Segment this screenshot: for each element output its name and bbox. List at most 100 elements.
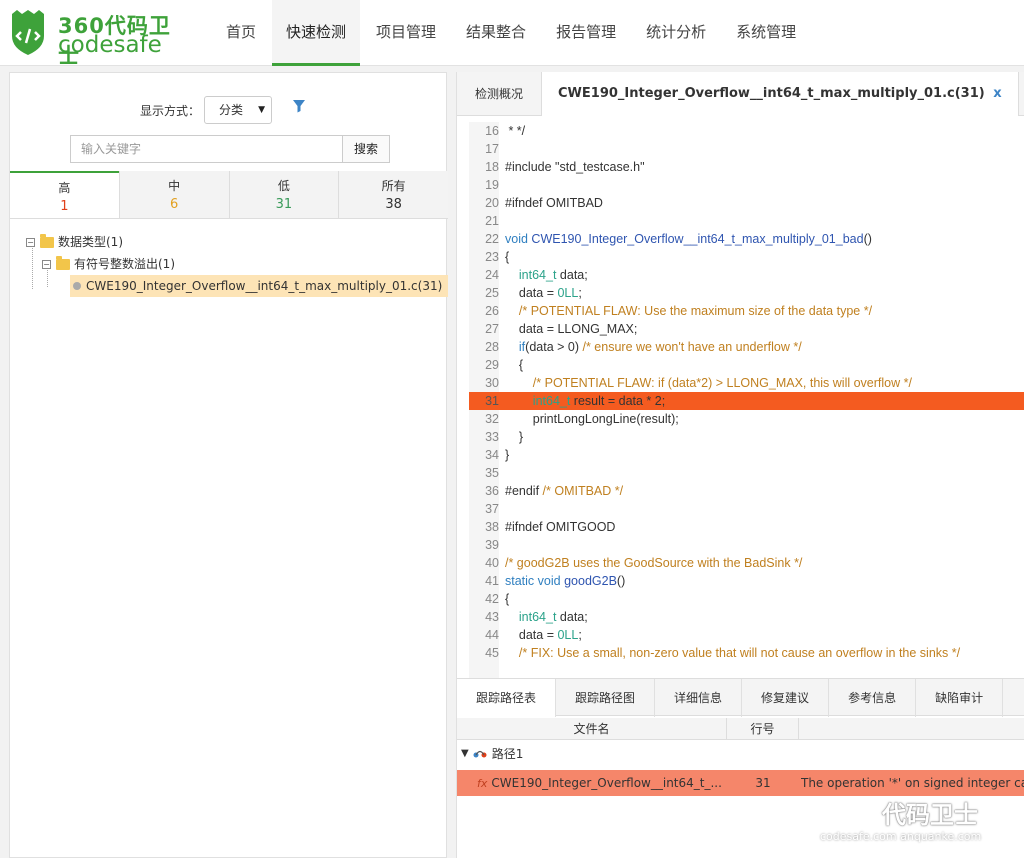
code-text: int64_t data; [518,610,588,624]
nav-quick-scan[interactable]: 快速检测 [272,0,361,66]
nav-system[interactable]: 系统管理 [722,0,810,66]
code-text: data = LLONG_MAX; [505,322,638,336]
tab-trace-table[interactable]: 跟踪路径表 [457,679,557,717]
display-mode-select[interactable]: 分类 ▼ [204,96,273,124]
trace-table-header: 文件名 行号 [457,718,1024,740]
code-text: /* POTENTIAL FLAW: if (data*2) > LLONG_M… [532,376,912,390]
source-code-view[interactable]: 16 * */17 18 #include "std_testcase.h" 19 20… [469,122,1024,682]
line-number: 42 [469,590,499,608]
line-number: 17 [469,140,499,158]
search-button[interactable]: 搜索 [342,135,390,163]
shield-logo-icon [12,10,44,55]
tree-node-data-type[interactable]: − 数据类型(1) [26,231,123,253]
code-line: 18 #include "std_testcase.h" [469,158,1024,176]
collapse-icon[interactable]: − [42,259,51,269]
brand-logo[interactable]: 360代码卫士 codesafe [8,8,183,68]
code-line: 22 void CWE190_Integer_Overflow__int64_t_… [469,230,1024,248]
line-number: 23 [469,248,499,266]
code-line: 44 data = 0LL; [469,626,1024,644]
tab-details[interactable]: 详细信息 [655,679,743,717]
code-line: 43 int64_t data; [469,608,1024,626]
severity-name: 中 [168,179,181,193]
code-text: { [505,358,524,372]
code-line: 36 #endif /* OMITBAD */ [469,482,1024,500]
close-icon[interactable]: x [993,86,1001,101]
nav-statistics[interactable]: 统计分析 [632,0,720,66]
code-text: #include "std_testcase.h" [505,160,645,174]
tree-node-label: 数据类型(1) [58,235,123,249]
severity-count: 38 [385,197,402,212]
code-viewer-panel: 检测概况 CWE190_Integer_Overflow__int64_t_ma… [456,72,1024,858]
line-number: 25 [469,284,499,302]
folder-icon [56,255,70,270]
filter-icon[interactable] [292,99,306,113]
column-header-line[interactable]: 行号 [727,718,799,740]
display-mode-value: 分类 [219,103,244,117]
code-text: #ifndef OMITBAD [505,196,603,210]
tab-defect-audit[interactable]: 缺陷审计 [916,679,1004,717]
code-line-highlighted: 31 int64_t result = data * 2; [469,392,1024,410]
severity-name: 低 [277,179,290,193]
app-window: 360代码卫士 codesafe 首页 快速检测 项目管理 结果整合 报告管理 … [0,0,1024,858]
tree-node-defect-file[interactable]: CWE190_Integer_Overflow__int64_t_max_mul… [70,275,449,297]
line-number: 18 [469,158,499,176]
code-text: int64_t data; [518,268,588,282]
code-line: 27 data = LLONG_MAX; [469,320,1024,338]
nav-home[interactable]: 首页 [212,0,270,66]
severity-name: 高 [58,181,71,195]
line-number: 41 [469,572,499,590]
code-text: } [505,448,510,462]
line-number: 33 [469,428,499,446]
code-line: 26 /* POTENTIAL FLAW: Use the maximum si… [469,302,1024,320]
code-text: #endif /* OMITBAD */ [505,484,624,498]
tab-fix-suggestion[interactable]: 修复建议 [742,679,830,717]
code-line: 20 #ifndef OMITBAD [469,194,1024,212]
trace-line-cell: 31 [755,776,771,790]
nav-reports[interactable]: 报告管理 [542,0,630,66]
code-line: 23 { [469,248,1024,266]
line-number: 20 [469,194,499,212]
code-text: /* POTENTIAL FLAW: Use the maximum size … [518,304,873,318]
collapse-icon[interactable]: − [26,237,35,247]
code-text: #ifndef OMITGOOD [505,520,616,534]
code-line: 25 data = 0LL; [469,284,1024,302]
trace-path-group[interactable]: ▼ 路径1 [457,741,1024,767]
tab-severity-low[interactable]: 低 31 [228,171,339,218]
trace-file-cell: fx CWE190_Integer_Overflow__int64_t_... [477,770,727,796]
code-text: printLongLongLine(result); [505,412,679,426]
code-text: { [505,592,510,606]
tab-severity-all[interactable]: 所有 38 [338,171,448,218]
severity-count: 6 [169,197,179,212]
tab-source-file[interactable]: CWE190_Integer_Overflow__int64_t_max_mul… [541,72,1019,116]
tab-overview[interactable]: 检测概况 [457,72,541,116]
tab-severity-high[interactable]: 高 1 [10,171,119,218]
line-number: 35 [469,464,499,482]
search-input[interactable]: 输入关键字 [70,135,342,163]
line-number: 32 [469,410,499,428]
code-line: 16 * */ [469,122,1024,140]
code-line: 30 /* POTENTIAL FLAW: if (data*2) > LLON… [469,374,1024,392]
line-number: 24 [469,266,499,284]
analysis-tabs: 跟踪路径表 跟踪路径图 详细信息 修复建议 参考信息 缺陷审计 [457,678,1024,717]
column-header-file[interactable]: 文件名 [457,718,727,740]
code-line: 29 { [469,356,1024,374]
line-number: 43 [469,608,499,626]
line-number: 22 [469,230,499,248]
nav-projects[interactable]: 项目管理 [362,0,450,66]
nav-results[interactable]: 结果整合 [452,0,540,66]
tab-references[interactable]: 参考信息 [829,679,917,717]
chevron-down-icon: ▼ [258,105,266,115]
tree-node-signed-overflow[interactable]: − 有符号整数溢出(1) [42,253,175,275]
line-number: 26 [469,302,499,320]
code-line: 35 [469,464,1024,482]
wechat-icon [841,798,875,824]
top-bar: 360代码卫士 codesafe 首页 快速检测 项目管理 结果整合 报告管理 … [0,0,1024,68]
search-bar: 输入关键字 搜索 [70,135,390,163]
code-text: /* FIX: Use a small, non-zero value that… [518,646,961,660]
tab-trace-graph[interactable]: 跟踪路径图 [556,679,656,717]
expand-triangle-icon[interactable]: ▼ [461,741,469,767]
code-line: 45 /* FIX: Use a small, non-zero value t… [469,644,1024,662]
trace-file-name: CWE190_Integer_Overflow__int64_t_... [491,776,722,790]
tab-severity-medium[interactable]: 中 6 [118,171,229,218]
line-number: 30 [469,374,499,392]
